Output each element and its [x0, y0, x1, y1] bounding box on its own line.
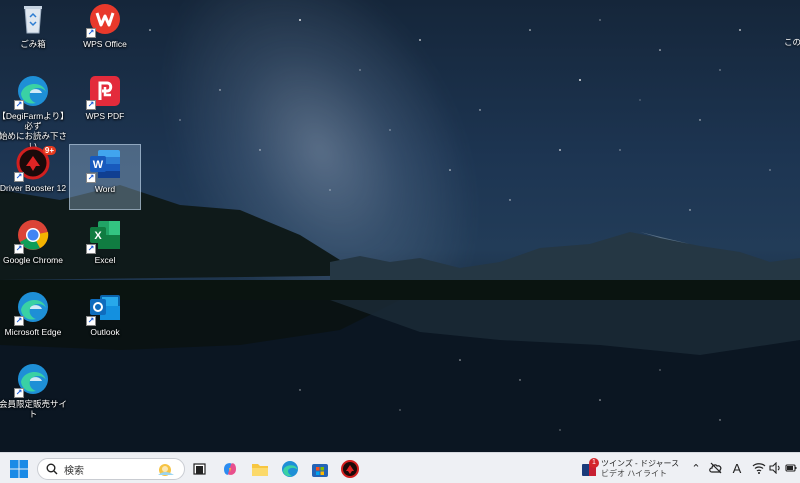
news-widget-button[interactable]: 1	[581, 458, 599, 478]
search-placeholder: 検索	[64, 465, 84, 477]
copilot-icon	[224, 463, 236, 475]
edge-icon: ↗	[14, 362, 50, 398]
chrome-icon: ↗	[14, 218, 50, 254]
edge-icon: ↗	[14, 74, 50, 110]
desktop-icon-driver-booster[interactable]: 9+ ↗ Driver Booster 12	[0, 144, 69, 210]
network-button[interactable]	[751, 460, 767, 476]
desktop-icon-google-chrome[interactable]: ↗ Google Chrome	[0, 216, 69, 282]
recycle-bin-icon	[16, 2, 50, 36]
desktop-icon-degifarm[interactable]: ↗ 【DegiFarmより】必ず 始めにお読み下さい	[0, 72, 69, 151]
edge-icon	[282, 461, 298, 477]
desktop-icon-wps-pdf[interactable]: ↗ WPS PDF	[69, 72, 141, 138]
svg-text:X: X	[94, 230, 102, 242]
store-button[interactable]	[308, 457, 332, 481]
battery-icon	[785, 464, 797, 472]
copilot-button[interactable]	[218, 457, 242, 481]
wps-office-icon: ↗	[86, 2, 122, 38]
file-explorer-button[interactable]	[248, 457, 272, 481]
desktop-icon-label-partial[interactable]: この	[784, 36, 800, 48]
ime-label: A	[732, 460, 742, 476]
news-badge: 1	[589, 458, 599, 468]
taskbar: 検索 1 ツインズ - ドジャース ビデオ ハイライト ⌃ A	[0, 452, 800, 483]
speaker-icon	[769, 462, 780, 474]
update-badge: 9+	[42, 146, 56, 155]
stars	[149, 19, 771, 211]
volume-button[interactable]	[768, 460, 784, 476]
word-icon: W ↗	[86, 147, 122, 183]
chevron-up-icon: ⌃	[691, 462, 701, 475]
file-explorer-icon	[252, 464, 268, 476]
start-button[interactable]	[7, 457, 31, 481]
desktop-icon-wps-office[interactable]: ↗ WPS Office	[69, 0, 141, 66]
desktop-icon-recycle-bin[interactable]: ごみ箱	[0, 0, 69, 66]
news-title: ツインズ - ドジャース	[601, 459, 680, 468]
edge-icon: ↗	[14, 290, 50, 326]
excel-icon: X ↗	[86, 218, 122, 254]
wifi-icon	[752, 463, 766, 474]
desktop-icon-members-shop[interactable]: ↗ 会員限定販売サイト	[0, 360, 69, 426]
news-subtitle: ビデオ ハイライト	[601, 469, 668, 478]
taskbar-search[interactable]: 検索	[37, 458, 185, 480]
windows-start-icon	[10, 460, 28, 478]
edge-taskbar-button[interactable]	[278, 457, 302, 481]
ime-mode-button[interactable]: A	[729, 460, 745, 476]
show-hidden-icons-button[interactable]: ⌃	[688, 460, 704, 476]
desktop-icon-word[interactable]: W ↗ Word	[69, 144, 141, 210]
desktop-icon-excel[interactable]: X ↗ Excel	[69, 216, 141, 282]
onedrive-button[interactable]	[708, 460, 724, 476]
desktop-icon-outlook[interactable]: ↗ Outlook	[69, 288, 141, 354]
wps-pdf-icon: ↗	[86, 74, 122, 110]
outlook-icon: ↗	[86, 290, 122, 326]
svg-text:W: W	[93, 159, 104, 171]
search-icon	[46, 463, 58, 475]
cloud-offline-icon	[709, 462, 722, 474]
driver-booster-taskbar-button[interactable]	[338, 457, 362, 481]
news-widget-text[interactable]: ツインズ - ドジャース ビデオ ハイライト	[601, 459, 679, 479]
desktop-icon-microsoft-edge[interactable]: ↗ Microsoft Edge	[0, 288, 69, 354]
battery-button[interactable]	[784, 460, 798, 476]
driver-booster-icon: 9+ ↗	[14, 146, 56, 182]
microsoft-store-icon	[312, 464, 328, 477]
driver-booster-icon	[341, 460, 359, 478]
task-view-button[interactable]	[188, 457, 212, 481]
search-highlight-icon	[158, 464, 174, 476]
task-view-icon	[193, 463, 206, 475]
